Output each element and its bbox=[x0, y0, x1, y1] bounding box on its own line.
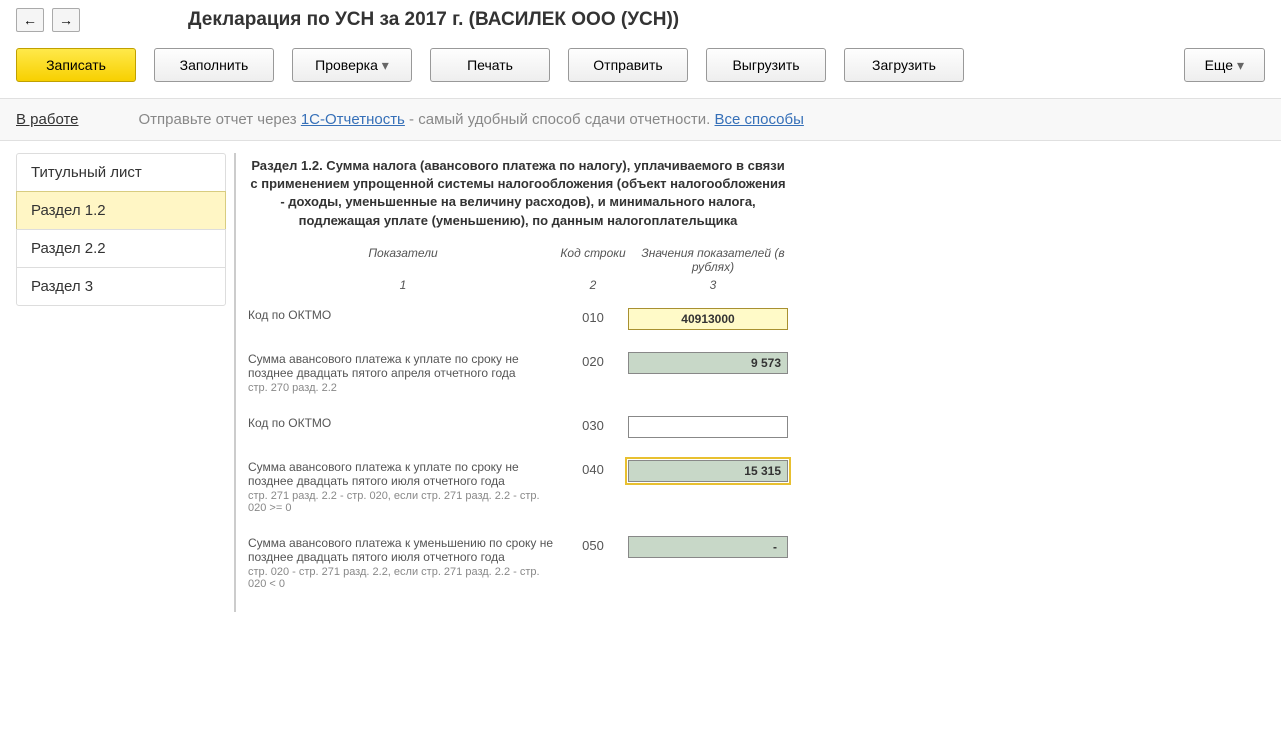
row-label: Код по ОКТМО bbox=[248, 308, 558, 322]
advance-payment-field-040[interactable]: 15 315 bbox=[628, 460, 788, 482]
form-row-020: Сумма авансового платежа к уплате по сро… bbox=[248, 352, 1265, 394]
nav-back-button[interactable]: ← bbox=[16, 8, 44, 32]
content-area: Раздел 1.2. Сумма налога (авансового пла… bbox=[234, 153, 1265, 612]
form-row-030: Код по ОКТМО 030 bbox=[248, 416, 1265, 438]
fill-button[interactable]: Заполнить bbox=[154, 48, 274, 82]
col-num-1: 1 bbox=[248, 278, 558, 292]
oktmo-field-010[interactable]: 40913000 bbox=[628, 308, 788, 330]
advance-payment-field-020[interactable]: 9 573 bbox=[628, 352, 788, 374]
form-row-040: Сумма авансового платежа к уплате по сро… bbox=[248, 460, 1265, 514]
sidebar-item-title-page[interactable]: Титульный лист bbox=[16, 153, 226, 192]
row-code: 030 bbox=[558, 416, 628, 433]
export-button[interactable]: Выгрузить bbox=[706, 48, 826, 82]
check-button[interactable]: Проверка bbox=[292, 48, 412, 82]
row-sub: стр. 270 разд. 2.2 bbox=[248, 382, 558, 394]
oktmo-field-030[interactable] bbox=[628, 416, 788, 438]
link-1c-report[interactable]: 1С-Отчетность bbox=[301, 111, 405, 128]
import-button[interactable]: Загрузить bbox=[844, 48, 964, 82]
save-button[interactable]: Записать bbox=[16, 48, 136, 82]
col-header-line-code: Код строки bbox=[558, 246, 628, 274]
link-all-methods[interactable]: Все способы bbox=[715, 111, 804, 128]
row-code: 040 bbox=[558, 460, 628, 477]
sidebar: Титульный лист Раздел 1.2 Раздел 2.2 Раз… bbox=[16, 153, 226, 612]
row-code: 010 bbox=[558, 308, 628, 325]
more-button[interactable]: Еще bbox=[1184, 48, 1265, 82]
row-code: 050 bbox=[558, 536, 628, 553]
col-num-2: 2 bbox=[558, 278, 628, 292]
sidebar-item-section-3[interactable]: Раздел 3 bbox=[16, 267, 226, 306]
send-button[interactable]: Отправить bbox=[568, 48, 688, 82]
form-row-050: Сумма авансового платежа к уменьшению по… bbox=[248, 536, 1265, 590]
print-button[interactable]: Печать bbox=[430, 48, 550, 82]
sidebar-item-section-1-2[interactable]: Раздел 1.2 bbox=[16, 191, 226, 230]
row-code: 020 bbox=[558, 352, 628, 369]
col-header-indicators: Показатели bbox=[248, 246, 558, 274]
section-title: Раздел 1.2. Сумма налога (авансового пла… bbox=[248, 157, 788, 230]
row-sub: стр. 271 разд. 2.2 - стр. 020, если стр.… bbox=[248, 490, 558, 514]
nav-forward-button[interactable]: → bbox=[52, 8, 80, 32]
form-row-010: Код по ОКТМО 010 40913000 bbox=[248, 308, 1265, 330]
info-text: Отправьте отчет через 1С-Отчетность - са… bbox=[139, 111, 804, 128]
advance-reduction-field-050[interactable]: - bbox=[628, 536, 788, 558]
row-label: Код по ОКТМО bbox=[248, 416, 558, 430]
row-label: Сумма авансового платежа к уменьшению по… bbox=[248, 536, 558, 564]
row-label: Сумма авансового платежа к уплате по сро… bbox=[248, 352, 558, 380]
sidebar-item-section-2-2[interactable]: Раздел 2.2 bbox=[16, 229, 226, 268]
status-link[interactable]: В работе bbox=[16, 111, 79, 128]
row-sub: стр. 020 - стр. 271 разд. 2.2, если стр.… bbox=[248, 566, 558, 590]
row-label: Сумма авансового платежа к уплате по сро… bbox=[248, 460, 558, 488]
page-title: Декларация по УСН за 2017 г. (ВАСИЛЕК ОО… bbox=[188, 9, 679, 31]
col-num-3: 3 bbox=[628, 278, 798, 292]
col-header-values: Значения показателей (в рублях) bbox=[628, 246, 798, 274]
